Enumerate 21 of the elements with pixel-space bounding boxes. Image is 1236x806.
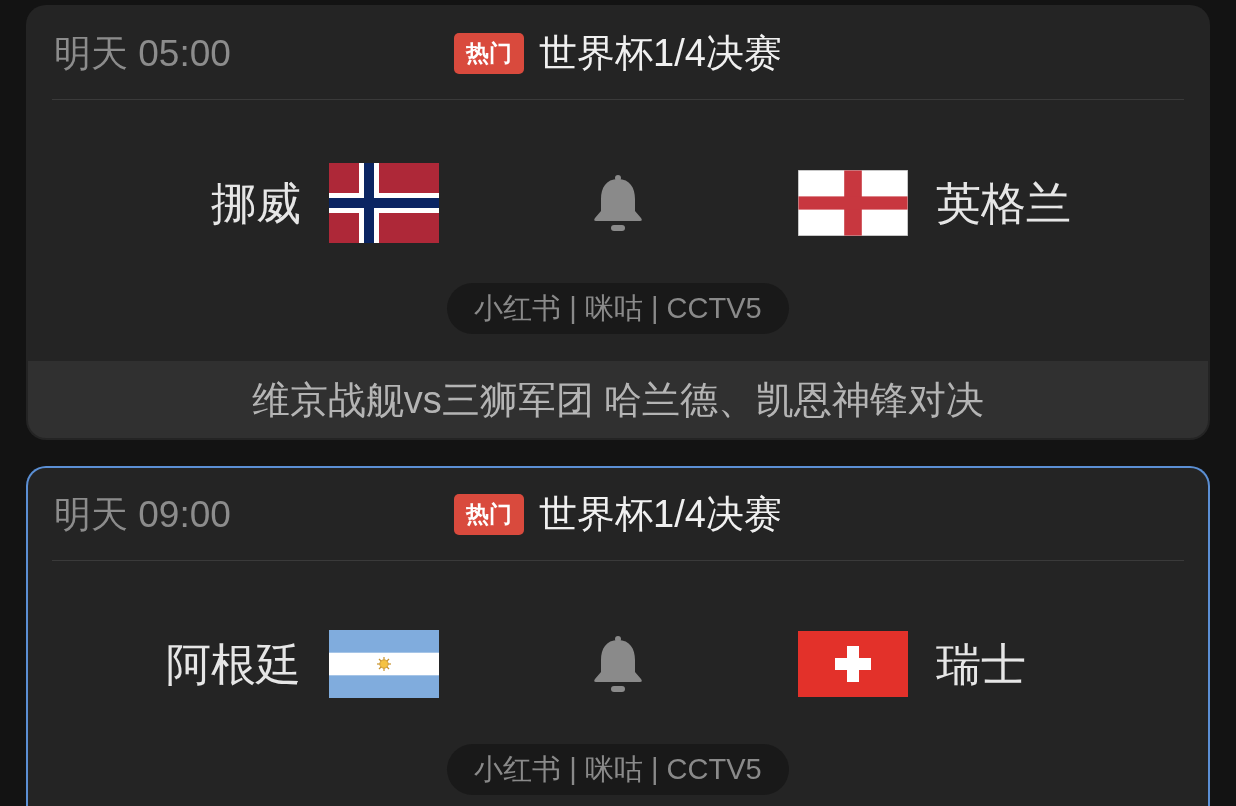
norway-flag-icon [328, 163, 439, 243]
broadcast-channels: 小红书 | 咪咕 | CCTV5 [447, 283, 789, 334]
team-name: 瑞士 [935, 641, 1026, 687]
match-time: 明天 05:00 [54, 34, 231, 72]
team-name: 挪威 [210, 180, 301, 226]
competition-title: 世界杯1/4决赛 [539, 495, 782, 533]
team-name: 英格兰 [935, 180, 1071, 226]
match-time: 明天 09:00 [54, 495, 231, 533]
bell-icon[interactable] [593, 175, 643, 231]
team-name: 阿根廷 [165, 641, 301, 687]
match-card[interactable]: 明天 09:00 热门 世界杯1/4决赛 阿根廷 瑞士 小红书 | 咪咕 | CCTV5 [26, 466, 1210, 806]
argentina-flag-icon [328, 630, 439, 698]
hot-badge: 热门 [454, 32, 525, 74]
broadcast-channels: 小红书 | 咪咕 | CCTV5 [447, 744, 789, 795]
match-card[interactable]: 明天 05:00 热门 世界杯1/4决赛 挪威 英格兰 小红书 | 咪咕 | CCTV5 维京战舰vs三狮军团 哈兰德、凯恩神锋对决 [26, 5, 1210, 440]
bell-icon[interactable] [593, 636, 643, 692]
england-flag-icon [797, 170, 908, 236]
switzerland-flag-icon [797, 631, 908, 697]
match-caption: 维京战舰vs三狮军团 哈兰德、凯恩神锋对决 [28, 361, 1208, 438]
competition-title: 世界杯1/4决赛 [539, 34, 782, 72]
hot-badge: 热门 [454, 493, 525, 535]
